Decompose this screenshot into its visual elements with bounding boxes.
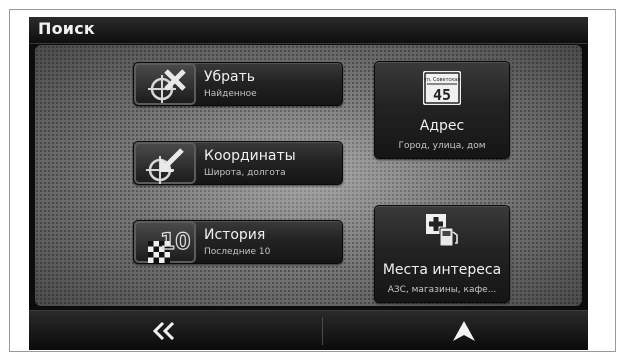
fuel-hospital-icon [426, 214, 458, 247]
history-ten-icon: 10 [134, 221, 196, 263]
history-label: История [204, 227, 266, 243]
street-sign-icon: ул. Советская 45 [423, 71, 461, 105]
remove-found-label: Убрать [204, 69, 256, 85]
crosshair-remove-icon [134, 63, 196, 105]
page-title: Поиск [38, 19, 95, 38]
double-chevron-left-icon [153, 322, 175, 340]
remove-found-button[interactable]: Убрать Найденное [133, 62, 343, 106]
search-menu-panel: Убрать Найденное Координаты Широта, долг… [35, 45, 582, 306]
coordinates-sublabel: Широта, долгота [204, 168, 286, 178]
history-button[interactable]: 10 История Последние 10 [133, 220, 343, 264]
points-of-interest-button[interactable]: Места интереса АЗС, магазины, кафе... [374, 205, 510, 303]
history-icon-text: 10 [160, 230, 190, 255]
street-sign-name: ул. Советская [424, 77, 461, 83]
remove-found-sublabel: Найденное [204, 89, 257, 99]
history-sublabel: Последние 10 [204, 247, 271, 257]
coordinates-label: Координаты [204, 148, 296, 164]
map-button[interactable] [324, 311, 588, 350]
toolbar-divider [322, 317, 323, 345]
street-sign-number: 45 [433, 86, 451, 104]
navigation-arrow-icon [453, 321, 475, 341]
poi-sublabel: АЗС, магазины, кафе... [387, 285, 497, 295]
address-label: Адрес [419, 118, 465, 134]
navigator-screen: Поиск Убрать Найденное Координаты Широта… [29, 17, 588, 350]
title-bar: Поиск [29, 17, 588, 44]
address-sublabel: Город, улица, дом [398, 141, 486, 151]
back-button[interactable] [29, 311, 321, 350]
poi-label: Места интереса [382, 262, 502, 278]
coordinates-button[interactable]: Координаты Широта, долгота [133, 141, 343, 185]
bottom-toolbar [29, 310, 588, 350]
crosshair-arrow-icon [134, 142, 196, 184]
address-button[interactable]: ул. Советская 45 Адрес Город, улица, дом [374, 61, 510, 159]
